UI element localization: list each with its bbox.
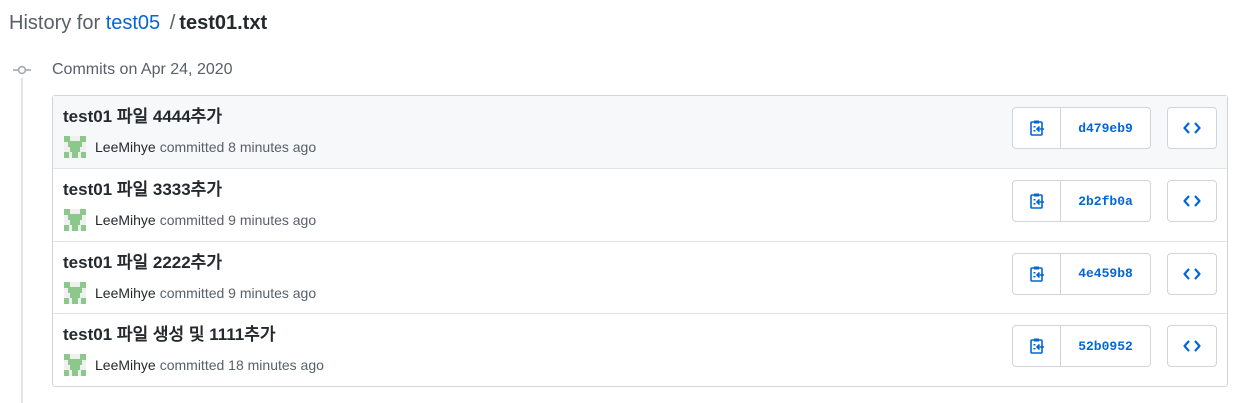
commit-time: 8 minutes ago (228, 139, 317, 155)
commit-row: test01 파일 4444추가 LeeMihye committed 8 mi… (53, 96, 1227, 168)
avatar[interactable] (64, 281, 86, 304)
commit-action: committed (159, 139, 225, 155)
commit-meta: LeeMihye committed 9 minutes ago (64, 281, 317, 304)
commit-meta: LeeMihye committed 18 minutes ago (64, 354, 324, 376)
commit-list: test01 파일 4444추가 LeeMihye committed 8 mi… (52, 95, 1228, 387)
git-commit-icon (13, 62, 31, 78)
repo-link[interactable]: test05 (106, 12, 160, 34)
commit-meta: LeeMihye committed 8 minutes ago (64, 136, 317, 158)
file-name: test01.txt (179, 12, 268, 34)
commit-sha-link[interactable]: 52b0952 (1061, 326, 1150, 366)
commit-meta: LeeMihye committed 9 minutes ago (64, 209, 317, 231)
avatar[interactable] (64, 136, 86, 158)
avatar[interactable] (64, 354, 86, 376)
sha-button-group: 52b0952 (1012, 325, 1151, 367)
commit-title[interactable]: test01 파일 4444추가 (63, 106, 222, 128)
commit-author[interactable]: LeeMihye (95, 212, 156, 228)
commit-sha-link[interactable]: 2b2fb0a (1061, 181, 1150, 221)
clipboard-icon (1029, 266, 1044, 282)
clipboard-icon (1029, 193, 1044, 209)
commit-title[interactable]: test01 파일 3333추가 (63, 179, 222, 201)
browse-repo-button[interactable] (1167, 325, 1217, 367)
commit-row: test01 파일 3333추가 LeeMihye committed 9 mi… (53, 168, 1227, 241)
browse-repo-button[interactable] (1167, 180, 1217, 222)
sha-button-group: 4e459b8 (1012, 252, 1151, 295)
clipboard-icon (1029, 338, 1044, 354)
browse-repo-button[interactable] (1167, 107, 1217, 149)
page-title: History for test05 /test01.txt (9, 11, 267, 35)
commit-author[interactable]: LeeMihye (95, 139, 156, 155)
commit-author[interactable]: LeeMihye (95, 285, 156, 301)
commit-time: 9 minutes ago (228, 212, 317, 228)
commit-row: test01 파일 2222추가 LeeMihye committed 9 mi… (53, 240, 1227, 314)
path-separator: / (169, 12, 176, 34)
timeline-line (21, 62, 23, 403)
commit-action: committed (159, 284, 225, 301)
commit-author[interactable]: LeeMihye (95, 357, 156, 373)
code-icon (1183, 267, 1201, 280)
commit-action: committed (159, 357, 225, 373)
commit-row: test01 파일 생성 및 1111추가 LeeMihye committed… (53, 313, 1227, 386)
avatar[interactable] (64, 209, 86, 231)
copy-sha-button[interactable] (1013, 108, 1061, 148)
copy-sha-button[interactable] (1013, 181, 1061, 221)
code-icon (1183, 195, 1201, 207)
commit-time: 9 minutes ago (228, 284, 317, 301)
commit-title[interactable]: test01 파일 생성 및 1111추가 (63, 324, 276, 346)
copy-sha-button[interactable] (1013, 326, 1061, 366)
commit-action: committed (159, 212, 225, 228)
page-title-prefix: History for (9, 12, 101, 34)
commits-date-header: Commits on Apr 24, 2020 (52, 61, 233, 78)
commit-time: 18 minutes ago (228, 357, 324, 373)
commit-sha-link[interactable]: d479eb9 (1061, 108, 1150, 148)
browse-repo-button[interactable] (1167, 252, 1217, 295)
code-icon (1183, 340, 1201, 352)
sha-button-group: 2b2fb0a (1012, 180, 1151, 222)
code-icon (1183, 122, 1201, 134)
commit-title[interactable]: test01 파일 2222추가 (63, 252, 222, 274)
sha-button-group: d479eb9 (1012, 107, 1151, 149)
clipboard-icon (1029, 120, 1044, 136)
copy-sha-button[interactable] (1013, 253, 1061, 294)
commit-sha-link[interactable]: 4e459b8 (1061, 254, 1150, 294)
